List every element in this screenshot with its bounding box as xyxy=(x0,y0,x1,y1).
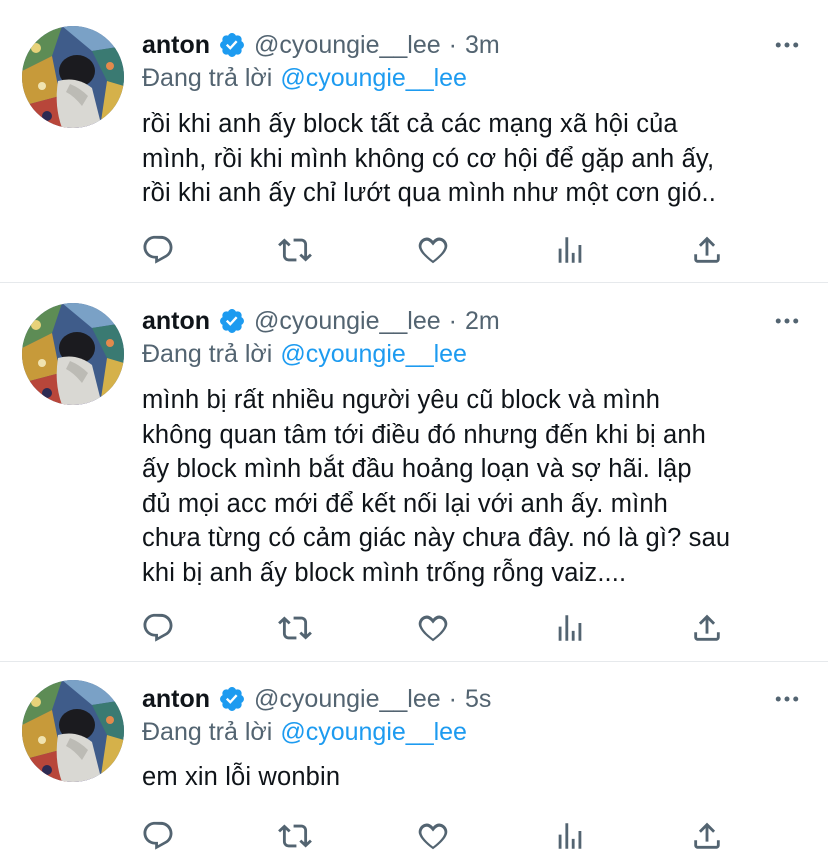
heart-icon[interactable] xyxy=(413,816,453,856)
reply-bubble-icon[interactable] xyxy=(138,230,178,270)
tweet-text-line: rồi khi anh ấy block tất cả các mạng xã … xyxy=(142,110,678,138)
retweet-icon[interactable] xyxy=(275,608,315,648)
analytics-bars-icon[interactable] xyxy=(550,816,590,856)
tweet-text-line: em xin lỗi wonbin xyxy=(142,763,341,791)
tweet-text-line: ấy block mình bắt đầu hoảng loạn và sợ h… xyxy=(142,455,692,483)
tweet-header: anton @cyoungie__lee · 2m xyxy=(142,304,500,338)
reply-bubble-icon[interactable] xyxy=(138,816,178,856)
analytics-bars-icon[interactable] xyxy=(550,230,590,270)
avatar[interactable] xyxy=(22,680,124,782)
retweet-icon[interactable] xyxy=(275,230,315,270)
tweet-actions xyxy=(0,230,828,270)
user-handle[interactable]: @cyoungie__lee xyxy=(254,685,441,714)
separator-dot: · xyxy=(448,30,457,59)
tweet-text-line: mình bị rất nhiều người yêu cũ block và … xyxy=(142,386,661,414)
more-dots-icon[interactable] xyxy=(770,682,804,716)
tweet-text-line: chưa từng có cảm giác này chưa đây. nó l… xyxy=(142,524,731,552)
tweet-header: anton @cyoungie__lee · 5s xyxy=(142,682,491,716)
heart-icon[interactable] xyxy=(413,608,453,648)
tweet-text-line: rồi khi anh ấy chỉ lướt qua mình như một… xyxy=(142,179,717,207)
reply-bubble-icon[interactable] xyxy=(138,608,178,648)
tweet-text-line: mình, rồi khi mình không có cơ hội để gặ… xyxy=(142,144,715,173)
tweet-actions xyxy=(0,608,828,648)
replying-to: Đang trả lời @cyoungie__lee xyxy=(142,715,467,749)
separator-dot: · xyxy=(448,306,457,335)
replying-to: Đang trả lời @cyoungie__lee xyxy=(142,337,467,371)
replying-to-label: Đang trả lời xyxy=(142,63,273,92)
replying-to-mention[interactable]: @cyoungie__lee xyxy=(280,64,467,93)
heart-icon[interactable] xyxy=(413,230,453,270)
user-handle[interactable]: @cyoungie__lee xyxy=(254,307,441,336)
display-name[interactable]: anton xyxy=(142,31,210,60)
verified-badge-icon xyxy=(218,307,246,335)
tweet-actions xyxy=(0,816,828,856)
tweet-text-line: khi bị anh ấy block mình trống rỗng vaiz… xyxy=(142,558,627,587)
share-upload-icon[interactable] xyxy=(687,608,727,648)
share-upload-icon[interactable] xyxy=(687,230,727,270)
replying-to-label: Đang trả lời xyxy=(142,339,273,368)
tweet-text: rồi khi anh ấy block tất cả các mạng xã … xyxy=(142,107,812,211)
tweet-text-line: đủ mọi acc mới để kết nối lại với anh ấy… xyxy=(142,489,669,518)
tweet[interactable]: anton @cyoungie__lee · 5s Đang trả lời @… xyxy=(0,662,828,865)
retweet-icon[interactable] xyxy=(275,816,315,856)
more-dots-icon[interactable] xyxy=(770,304,804,338)
separator-dot: · xyxy=(448,684,457,713)
verified-badge-icon xyxy=(218,31,246,59)
tweet[interactable]: anton @cyoungie__lee · 2m Đang trả lời @… xyxy=(0,283,828,661)
analytics-bars-icon[interactable] xyxy=(550,608,590,648)
replying-to-mention[interactable]: @cyoungie__lee xyxy=(280,718,467,747)
replying-to: Đang trả lời @cyoungie__lee xyxy=(142,61,467,95)
timestamp[interactable]: 3m xyxy=(465,31,500,60)
avatar[interactable] xyxy=(22,26,124,128)
user-handle[interactable]: @cyoungie__lee xyxy=(254,31,441,60)
replying-to-mention[interactable]: @cyoungie__lee xyxy=(280,340,467,369)
timestamp[interactable]: 2m xyxy=(465,307,500,336)
tweet[interactable]: anton @cyoungie__lee · 3m Đang trả lời @… xyxy=(0,0,828,282)
replying-to-label: Đang trả lời xyxy=(142,717,273,746)
share-upload-icon[interactable] xyxy=(687,816,727,856)
tweet-text-line: không quan tâm tới điều đó nhưng đến khi… xyxy=(142,420,706,449)
tweet-text: mình bị rất nhiều người yêu cũ block và … xyxy=(142,383,812,590)
tweet-text: em xin lỗi wonbin xyxy=(142,760,812,795)
display-name[interactable]: anton xyxy=(142,307,210,336)
timestamp[interactable]: 5s xyxy=(465,685,491,714)
more-dots-icon[interactable] xyxy=(770,28,804,62)
avatar[interactable] xyxy=(22,303,124,405)
tweet-header: anton @cyoungie__lee · 3m xyxy=(142,28,500,62)
display-name[interactable]: anton xyxy=(142,685,210,714)
verified-badge-icon xyxy=(218,685,246,713)
